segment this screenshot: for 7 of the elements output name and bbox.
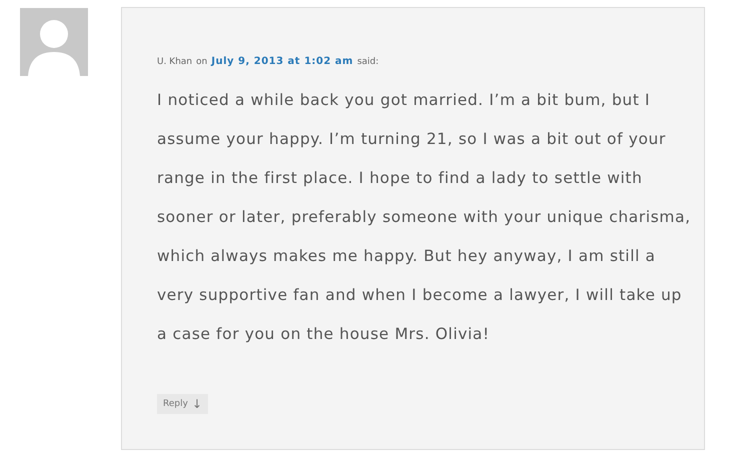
date-link[interactable]: July 9, 2013 at 1:02 am: [211, 56, 354, 67]
on-text: on: [196, 57, 208, 67]
said-text: said:: [357, 57, 379, 67]
reply-button[interactable]: Reply ↓: [157, 394, 208, 414]
comment-text: I noticed a while back you got married. I’m a bit bum, but I assume your happy. I’m turning 21, so I was a bit out of your range in the first place. I hope to find a lady to settle with sooner or later, preferably someone with your unique charisma, which always makes me happy. But hey anyway, I am still a very supportive fan and when I become a lawyer, I will take up a case for you on the house Mrs. Olivia!: [157, 90, 692, 345]
avatar-icon: [20, 8, 88, 76]
author-name: U. Khan: [157, 57, 192, 67]
